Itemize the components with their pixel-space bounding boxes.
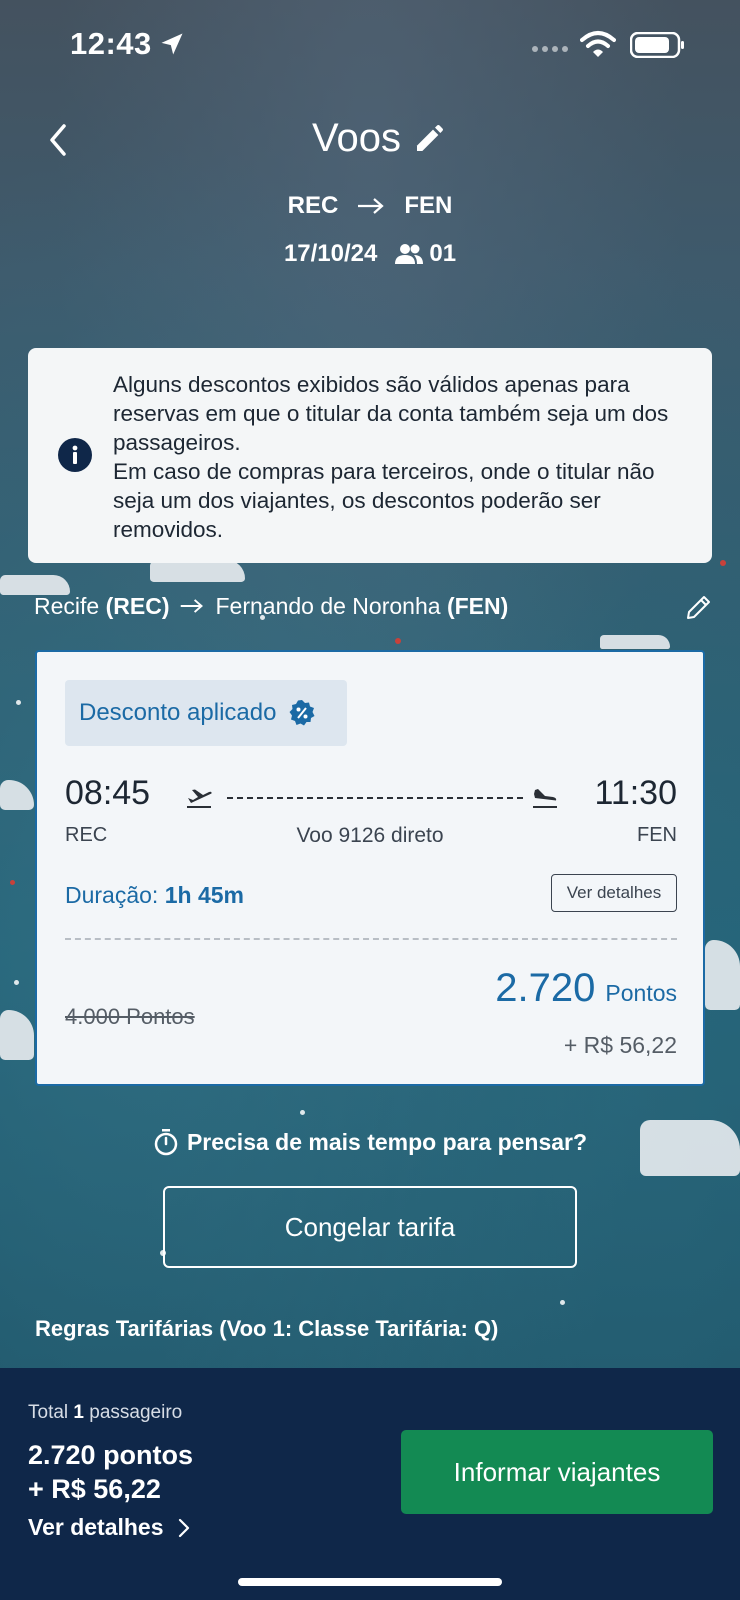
search-origin: REC bbox=[287, 192, 339, 219]
total-points: 2.720 pontos bbox=[28, 1440, 194, 1470]
departure-time: 08:45 bbox=[65, 774, 151, 812]
status-bar: 12:43 bbox=[0, 0, 740, 90]
battery-icon bbox=[630, 32, 684, 58]
page-title-group[interactable]: Voos bbox=[312, 116, 445, 161]
total-label: Total 1 passageiro bbox=[28, 1402, 182, 1424]
people-icon bbox=[395, 244, 424, 264]
arrival-code: FEN bbox=[637, 824, 677, 846]
freeze-fare-button[interactable]: Congelar tarifa bbox=[163, 1186, 577, 1268]
duration-label: Duração: bbox=[65, 882, 159, 908]
passenger-count: 01 bbox=[395, 240, 456, 268]
search-date: 17/10/24 bbox=[283, 240, 378, 267]
flight-path-line bbox=[227, 797, 523, 799]
arrival-time: 11:30 bbox=[594, 774, 677, 812]
route-row: Recife (REC) Fernando de Noronha (FEN) bbox=[34, 588, 714, 624]
back-icon[interactable] bbox=[44, 120, 74, 160]
flight-duration: Duração: 1h 45m bbox=[65, 882, 244, 909]
inform-travelers-button[interactable]: Informar viajantes bbox=[401, 1430, 713, 1514]
takeoff-icon bbox=[187, 789, 212, 808]
discount-notice: Alguns descontos exibidos são válidos ap… bbox=[28, 348, 712, 563]
price-divider bbox=[65, 938, 677, 940]
freeze-question: Precisa de mais tempo para pensar? bbox=[0, 1128, 740, 1156]
route-dest-city: Fernando de Noronha bbox=[215, 592, 441, 619]
signal-icon bbox=[532, 46, 568, 52]
route-origin-city: Recife bbox=[34, 592, 100, 619]
search-summary: REC FEN 17/10/24 01 bbox=[0, 192, 740, 268]
route-dest-code: (FEN) bbox=[446, 592, 509, 619]
duration-value: 1h 45m bbox=[164, 882, 244, 908]
pencil-icon[interactable] bbox=[684, 592, 714, 622]
total-fee: + R$ 56,22 bbox=[28, 1474, 161, 1504]
chevron-right-icon bbox=[178, 1518, 189, 1537]
original-price: 4.000 Pontos bbox=[65, 1004, 195, 1029]
discount-badge: Desconto aplicado bbox=[65, 680, 347, 746]
checkout-footer: Total 1 passageiro 2.720 pontos + R$ 56,… bbox=[0, 1368, 740, 1600]
total-suffix: passageiro bbox=[89, 1402, 183, 1423]
arrow-right-icon bbox=[358, 198, 384, 214]
fare-rules-link[interactable]: Regras Tarifárias (Voo 1: Classe Tarifár… bbox=[35, 1316, 498, 1342]
total-prefix: Total bbox=[28, 1402, 69, 1423]
arrow-right-icon bbox=[181, 599, 204, 613]
landing-icon bbox=[533, 789, 557, 808]
wifi-icon bbox=[580, 31, 616, 57]
search-destination: FEN bbox=[404, 192, 453, 219]
navigation-bar: Voos bbox=[0, 110, 740, 170]
flight-details-button[interactable]: Ver detalhes bbox=[551, 874, 677, 912]
page-title: Voos bbox=[312, 116, 401, 160]
discount-icon bbox=[289, 700, 315, 726]
route-origin-code: (REC) bbox=[105, 592, 170, 619]
discounted-price: 2.720 Pontos bbox=[495, 966, 677, 1011]
total-details-link[interactable]: Ver detalhes bbox=[28, 1514, 190, 1541]
info-icon bbox=[58, 438, 92, 472]
passenger-number: 01 bbox=[429, 240, 457, 267]
freeze-question-text: Precisa de mais tempo para pensar? bbox=[186, 1128, 588, 1155]
edit-icon[interactable] bbox=[413, 123, 445, 155]
total-price: 2.720 pontos + R$ 56,22 bbox=[28, 1438, 193, 1506]
tax-fee: + R$ 56,22 bbox=[563, 1032, 677, 1058]
timer-icon bbox=[154, 1129, 178, 1156]
notice-text: Alguns descontos exibidos são válidos ap… bbox=[113, 372, 669, 542]
total-count: 1 bbox=[73, 1402, 84, 1423]
discounted-price-value: 2.720 bbox=[495, 966, 596, 1010]
flight-info: Voo 9126 direto bbox=[296, 824, 444, 847]
home-indicator[interactable] bbox=[238, 1578, 502, 1586]
total-details-label: Ver detalhes bbox=[28, 1514, 164, 1540]
status-time: 12:43 bbox=[70, 26, 152, 61]
location-arrow-icon bbox=[161, 33, 183, 55]
discount-badge-label: Desconto aplicado bbox=[79, 699, 277, 726]
flight-card[interactable]: Desconto aplicado 08:45 11:30 REC Voo 91… bbox=[35, 650, 705, 1086]
discounted-price-unit: Pontos bbox=[605, 980, 677, 1006]
